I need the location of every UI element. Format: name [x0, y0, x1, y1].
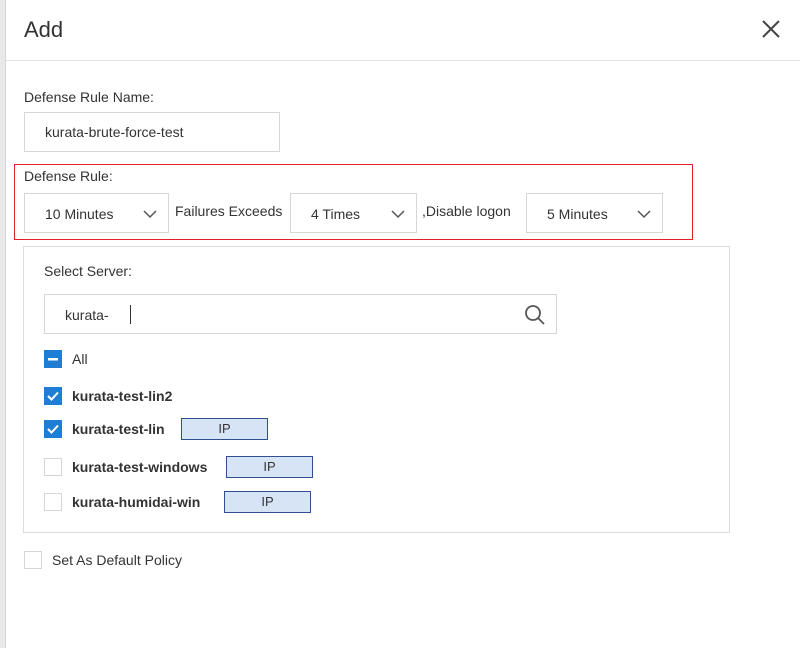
server-name: kurata-humidai-win	[72, 494, 201, 510]
server-row[interactable]: kurata-humidai-win IP	[44, 491, 344, 513]
dialog-title: Add	[24, 17, 64, 42]
select-all-row[interactable]: All	[44, 348, 244, 370]
indeterminate-icon	[48, 358, 58, 361]
server-row[interactable]: kurata-test-lin IP	[44, 418, 344, 440]
server-row[interactable]: kurata-test-lin2	[44, 385, 344, 407]
server-name: kurata-test-windows	[72, 459, 208, 475]
ip-badge: IP	[181, 418, 268, 440]
server-search-input[interactable]: kurata-	[44, 294, 557, 334]
check-icon	[47, 424, 59, 434]
text-caret	[130, 305, 131, 324]
disable-logon-text: ,Disable logon	[422, 203, 511, 219]
default-policy-label: Set As Default Policy	[52, 552, 182, 568]
server-checkbox[interactable]	[44, 493, 62, 511]
default-policy-checkbox[interactable]	[24, 551, 42, 569]
chevron-down-icon	[143, 210, 157, 219]
ip-badge: IP	[224, 491, 311, 513]
duration-select[interactable]: 5 Minutes	[526, 193, 663, 233]
search-value: kurata-	[65, 307, 109, 323]
select-all-checkbox[interactable]	[44, 350, 62, 368]
failures-exceeds-text: Failures Exceeds	[175, 203, 283, 219]
dialog-header: Add	[6, 0, 800, 61]
server-checkbox[interactable]	[44, 458, 62, 476]
duration-value: 5 Minutes	[547, 206, 608, 222]
close-icon	[762, 20, 780, 38]
server-checkbox[interactable]	[44, 387, 62, 405]
chevron-down-icon	[637, 210, 651, 219]
server-select-panel: Select Server: kurata- All kurata-test-l…	[23, 246, 730, 533]
rule-name-label: Defense Rule Name:	[24, 89, 154, 105]
period-select[interactable]: 10 Minutes	[24, 193, 169, 233]
times-select[interactable]: 4 Times	[290, 193, 417, 233]
server-name: kurata-test-lin2	[72, 388, 173, 404]
add-dialog: Add Defense Rule Name: kurata-brute-forc…	[6, 0, 800, 648]
times-value: 4 Times	[311, 206, 361, 222]
default-policy-row[interactable]: Set As Default Policy	[24, 549, 244, 571]
check-icon	[47, 391, 59, 401]
chevron-down-icon	[391, 210, 405, 219]
select-all-label: All	[72, 351, 88, 367]
search-icon[interactable]	[524, 304, 546, 326]
server-row[interactable]: kurata-test-windows IP	[44, 456, 344, 478]
ip-badge: IP	[226, 456, 313, 478]
defense-rule-label: Defense Rule:	[24, 168, 113, 184]
server-name: kurata-test-lin	[72, 421, 165, 437]
close-button[interactable]	[756, 14, 786, 44]
rule-name-input[interactable]: kurata-brute-force-test	[24, 112, 280, 152]
server-checkbox[interactable]	[44, 420, 62, 438]
select-server-label: Select Server:	[44, 263, 132, 279]
period-value: 10 Minutes	[45, 206, 114, 222]
